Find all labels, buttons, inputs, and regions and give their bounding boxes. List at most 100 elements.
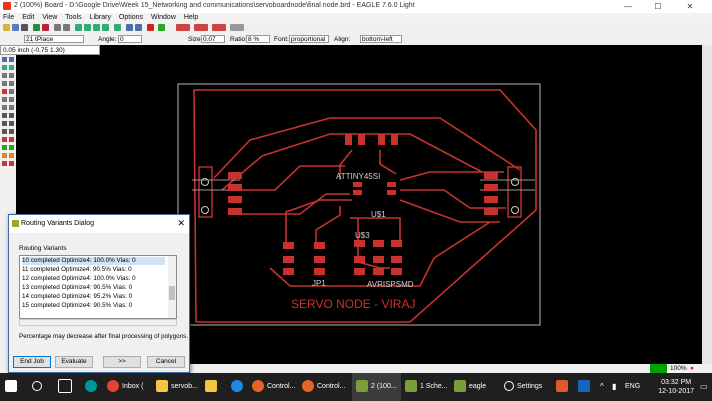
drc-icon[interactable] bbox=[176, 24, 190, 31]
zoom-select-icon[interactable] bbox=[102, 24, 109, 31]
notification-icon[interactable]: ▭ bbox=[700, 373, 708, 401]
redraw-icon[interactable] bbox=[114, 24, 121, 31]
script-icon[interactable] bbox=[54, 24, 61, 31]
mark-tool-icon[interactable] bbox=[9, 65, 14, 70]
polygon-tool-icon[interactable] bbox=[9, 129, 14, 134]
cancel-button[interactable]: Cancel bbox=[147, 356, 185, 368]
ratio-input[interactable]: 8 % bbox=[246, 35, 270, 43]
size-input[interactable]: 0.07 bbox=[201, 35, 225, 43]
taskbar-explorer-servob[interactable]: servob... bbox=[156, 373, 198, 401]
start-button[interactable] bbox=[5, 373, 20, 401]
maximize-button[interactable]: ☐ bbox=[644, 0, 672, 13]
split-tool-icon[interactable] bbox=[2, 105, 7, 110]
text-tool-icon[interactable] bbox=[9, 113, 14, 118]
menu-options[interactable]: Options bbox=[119, 13, 143, 23]
font-select[interactable]: proportional bbox=[289, 35, 329, 43]
taskbar-control-2[interactable]: Control... bbox=[302, 373, 345, 401]
rotate-tool-icon[interactable] bbox=[9, 81, 14, 86]
taskbar-control-1[interactable]: Control... bbox=[252, 373, 295, 401]
variant-row[interactable]: 10 completed Optimize4: 100.0% Vias: 0 bbox=[22, 257, 165, 265]
menu-edit[interactable]: Edit bbox=[22, 13, 34, 23]
drc-tool-icon[interactable] bbox=[9, 161, 14, 166]
rect-tool-icon[interactable] bbox=[2, 129, 7, 134]
open-icon[interactable] bbox=[3, 24, 10, 31]
menu-library[interactable]: Library bbox=[90, 13, 111, 23]
zoom-out-icon[interactable] bbox=[93, 24, 100, 31]
taskbar-edge[interactable] bbox=[231, 373, 246, 401]
system-clock[interactable]: 03:32 PM 12-10-2017 bbox=[658, 378, 694, 396]
board-icon[interactable] bbox=[42, 24, 49, 31]
save-icon[interactable] bbox=[12, 24, 19, 31]
delete-tool-icon[interactable] bbox=[2, 89, 7, 94]
variant-row[interactable]: 12 completed Optimize4: 100.0% Vias: 0 bbox=[22, 275, 165, 283]
layer-select[interactable]: 21 tPlace bbox=[24, 35, 84, 43]
paste-tool-icon[interactable] bbox=[9, 97, 14, 102]
tray-arrow-icon[interactable]: ^ bbox=[600, 373, 604, 401]
undo-icon[interactable] bbox=[126, 24, 133, 31]
variant-row[interactable]: 13 completed Optimize4: 90.5% Vias: 0 bbox=[22, 284, 165, 292]
move-tool-icon[interactable] bbox=[2, 73, 7, 78]
taskbar-settings[interactable]: Settings bbox=[504, 373, 542, 401]
menu-help[interactable]: Help bbox=[184, 13, 198, 23]
arduino-button[interactable] bbox=[85, 373, 100, 401]
close-button[interactable]: ✕ bbox=[676, 0, 704, 13]
change-tool-icon[interactable] bbox=[2, 97, 7, 102]
search-button[interactable] bbox=[32, 373, 45, 401]
taskbar-chrome-inbox[interactable]: Inbox ( bbox=[107, 373, 143, 401]
taskbar-explorer[interactable] bbox=[205, 373, 220, 401]
taskbar-eagle-schematic[interactable]: 1 Sche... bbox=[405, 373, 448, 401]
dialog-close-button[interactable]: ✕ bbox=[177, 218, 185, 229]
route-tool-icon[interactable] bbox=[2, 137, 7, 142]
copy-tool-icon[interactable] bbox=[9, 73, 14, 78]
optimize-tool-icon[interactable] bbox=[9, 105, 14, 110]
erc-tool-icon[interactable] bbox=[2, 161, 7, 166]
print-icon[interactable] bbox=[21, 24, 28, 31]
menu-view[interactable]: View bbox=[42, 13, 57, 23]
list-vertical-scrollbar[interactable] bbox=[168, 256, 176, 318]
tray-network-icon[interactable]: ▮ bbox=[612, 373, 616, 401]
menu-window[interactable]: Window bbox=[151, 13, 176, 23]
via-tool-icon[interactable] bbox=[2, 145, 7, 150]
info-tool-icon[interactable] bbox=[2, 57, 7, 62]
list-scroll-thumb[interactable] bbox=[169, 286, 175, 300]
circle-tool-icon[interactable] bbox=[2, 121, 7, 126]
erc-icon[interactable] bbox=[194, 24, 208, 31]
run-icon[interactable] bbox=[63, 24, 70, 31]
list-horizontal-scrollbar[interactable] bbox=[19, 319, 177, 326]
zoom-in-icon[interactable] bbox=[84, 24, 91, 31]
redo-icon[interactable] bbox=[135, 24, 142, 31]
ratsnest-tool-icon[interactable] bbox=[2, 153, 7, 158]
angle-select[interactable]: 0 bbox=[118, 35, 142, 43]
variant-row[interactable]: 11 completed Optimize4: 90.5% Vias: 0 bbox=[22, 266, 165, 274]
zoom-fit-icon[interactable] bbox=[75, 24, 82, 31]
display-tool-icon[interactable] bbox=[2, 65, 7, 70]
arc-tool-icon[interactable] bbox=[9, 121, 14, 126]
menu-file[interactable]: File bbox=[3, 13, 14, 23]
evaluate-button[interactable]: Evaluate bbox=[55, 356, 93, 368]
ripup-tool-icon[interactable] bbox=[9, 137, 14, 142]
taskbar-app-2[interactable] bbox=[578, 373, 593, 401]
group-tool-icon[interactable] bbox=[9, 89, 14, 94]
auto-tool-icon[interactable] bbox=[9, 153, 14, 158]
taskbar-eagle-board[interactable]: 2 (100... bbox=[352, 373, 401, 401]
mirror-tool-icon[interactable] bbox=[2, 81, 7, 86]
taskbar-app-1[interactable] bbox=[556, 373, 571, 401]
wire-tool-icon[interactable] bbox=[2, 113, 7, 118]
variant-row[interactable]: 14 completed Optimize4: 95.2% Vias: 0 bbox=[22, 293, 165, 301]
vertical-scrollbar[interactable] bbox=[702, 45, 712, 364]
language-indicator[interactable]: ENG bbox=[625, 373, 640, 401]
variant-row[interactable]: 15 completed Optimize4: 90.5% Vias: 0 bbox=[22, 302, 165, 310]
next-variant-button[interactable]: >> bbox=[103, 356, 141, 368]
go-icon[interactable] bbox=[158, 24, 165, 31]
taskbar-eagle[interactable]: eagle bbox=[454, 373, 486, 401]
show-tool-icon[interactable] bbox=[9, 57, 14, 62]
align-select[interactable]: bottom-left bbox=[360, 35, 402, 43]
ulp-icon[interactable] bbox=[230, 24, 244, 31]
minimize-button[interactable]: — bbox=[614, 0, 642, 13]
end-job-button[interactable]: End Job bbox=[13, 356, 51, 368]
routing-variants-list[interactable]: 10 completed Optimize4: 100.0% Vias: 0 1… bbox=[19, 255, 177, 319]
cam-icon[interactable] bbox=[33, 24, 40, 31]
autorouter-icon[interactable] bbox=[212, 24, 226, 31]
hole-tool-icon[interactable] bbox=[9, 145, 14, 150]
menu-tools[interactable]: Tools bbox=[65, 13, 81, 23]
